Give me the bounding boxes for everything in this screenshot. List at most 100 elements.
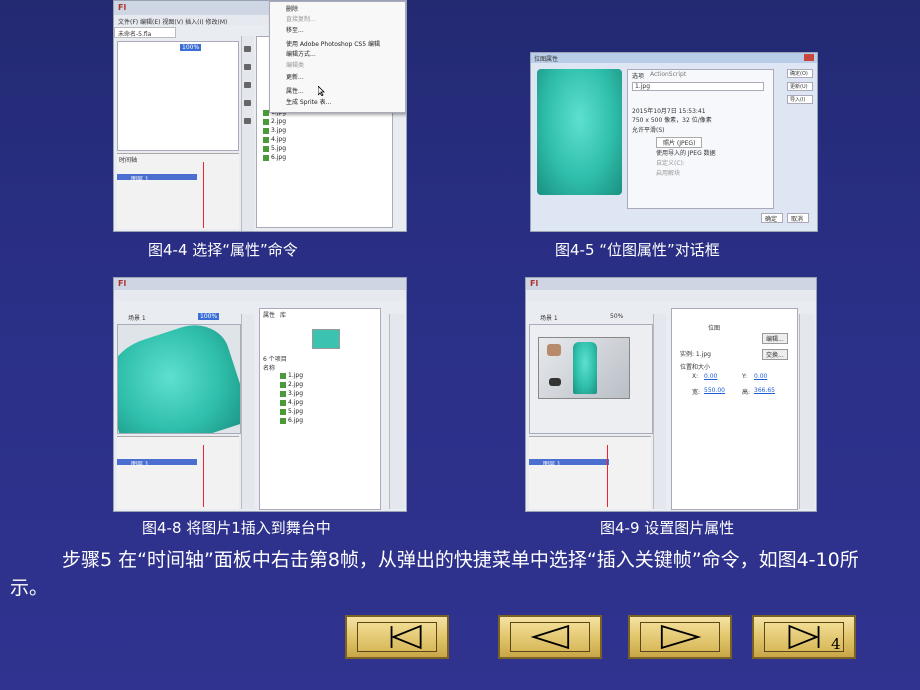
menu-item-move[interactable]: 移至... [286,25,304,34]
doc-tab-label: 未命名-5.fla [118,31,152,38]
close-icon[interactable] [804,54,814,61]
timeline-panel: 时间轴 图层 1 [117,153,239,229]
layer-row[interactable] [117,459,197,465]
menu-item-properties[interactable]: 属性... [286,86,304,95]
tab-options[interactable]: 选项 [632,71,644,80]
app-logo: Fl [118,279,127,288]
scene-label[interactable]: 场景 1 [540,313,558,322]
menu-item-sprite[interactable]: 生成 Sprite 表... [286,97,331,106]
first-slide-button[interactable] [345,615,449,659]
figure-4-9-screenshot: Fl 场景 1 50% 位图 编辑... 实例: 1.jpg 交换... 位置和… [525,277,817,512]
playhead[interactable] [203,445,204,507]
zoom-value[interactable]: 50% [610,313,623,320]
layer-name: 图层 1 [543,461,561,468]
library-file-row: 4.jpg [280,399,303,406]
image-file-icon [280,390,286,397]
menu-bar [114,291,406,301]
menu-item-edit-with[interactable]: 编辑方式... [286,49,316,58]
stage: 100% [117,41,239,151]
x-label: X: [692,373,699,380]
next-icon [660,624,702,650]
figure-4-5-screenshot: 位图属性 选项 ActionScript 1.jpg 2015年10月7日 15… [530,52,818,232]
compression-select[interactable]: 照片 (JPEG) [656,137,703,148]
filename-field[interactable]: 1.jpg [632,82,764,91]
swap-button[interactable]: 交换... [762,349,788,360]
ok-side-button[interactable]: 确定(O) [787,69,813,78]
tab-actionscript[interactable]: ActionScript [650,71,686,78]
quality-option-custom[interactable]: 自定义(C): [656,158,685,167]
tab-properties[interactable]: 属性 [263,310,275,319]
next-slide-button[interactable] [628,615,732,659]
layer-row[interactable] [117,174,197,180]
import-button[interactable]: 导入(I) [787,95,813,104]
tab-library[interactable]: 库 [280,310,286,319]
image-file-icon [280,381,286,388]
btn-label: 取消 [791,216,804,223]
y-value[interactable]: 0.00 [754,373,767,380]
tool-icon[interactable] [244,64,251,70]
tool-icon[interactable] [244,100,251,106]
bag-image [547,344,561,356]
width-value[interactable]: 550.00 [704,387,725,394]
height-label: 高: [742,389,751,396]
btn-label: 更新(U) [790,84,808,90]
layer-name: 图层 1 [131,461,149,468]
file-name: 6.jpg [288,417,304,424]
playhead[interactable] [203,162,204,228]
library-file-row: 6.jpg [263,154,286,161]
tool-icon[interactable] [244,46,251,52]
tools-panel-left [241,36,254,231]
doc-tab[interactable]: 未命名-5.fla [114,27,176,38]
caption-4-4: 图4-4 选择“属性”命令 [148,241,298,259]
dialog-title: 位图属性 [534,56,559,63]
tools-panel-left [241,314,254,509]
y-label: Y: [742,373,747,380]
previous-slide-button[interactable] [498,615,602,659]
side-buttons: 确定(O) 更新(U) 导入(I) [787,69,813,108]
image-file-icon [280,399,286,406]
tool-icon[interactable] [244,82,251,88]
menu-item-delete[interactable]: 删除 [286,4,298,13]
image-file-icon [280,417,286,424]
zoom-value[interactable]: 100% [180,44,202,51]
dialog-title-bar: 位图属性 [531,53,817,63]
edit-button[interactable]: 编辑... [762,333,788,344]
image-file-icon [263,127,269,134]
scene-label[interactable]: 场景 1 [128,313,146,322]
layer-name: 图层 1 [131,176,149,183]
tools-panel-right [389,314,404,509]
playhead[interactable] [607,445,608,507]
menu-item-update[interactable]: 更新... [286,72,304,81]
ok-button[interactable]: 确定 [761,213,783,223]
btn-label: 导入(I) [790,97,806,103]
x-value[interactable]: 0.00 [704,373,717,380]
dialog-options-panel: 选项 ActionScript 1.jpg 2015年10月7日 15:53:4… [627,69,774,209]
file-name: 2.jpg [288,381,304,388]
step-paragraph: 步骤5 在“时间轴”面板中右击第8帧，从弹出的快捷菜单中选择“插入关键帧”命令，… [10,549,859,599]
menu-item-edit-class[interactable]: 编辑类 [286,60,304,69]
stage [529,324,653,434]
position-size-section[interactable]: 位置和大小 [680,362,710,371]
timeline-tab[interactable]: 时间轴 [119,155,137,164]
prop-title: 位图 [708,325,721,332]
figure-4-8-screenshot: Fl 场景 1 100% 属性 库 6 个项目 名称 1.jpg 2.jpg 3… [113,277,407,512]
app-logo: Fl [118,3,127,12]
allow-smoothing-checkbox[interactable]: 允许平滑(S) [632,125,665,134]
cancel-button[interactable]: 取消 [787,213,809,223]
layer-row[interactable] [529,459,609,465]
quality-option-import[interactable]: 使用导入的 JPEG 数据 [656,148,716,157]
info-size: 750 x 500 像素，32 位/像素 [632,117,712,124]
zoom-value[interactable]: 100% [198,313,220,320]
tools-panel-left [653,314,666,509]
file-name: 5.jpg [271,145,287,152]
deblocking-checkbox[interactable]: 启用解块 [656,168,680,177]
page-number: 4 [831,635,841,653]
tool-icon[interactable] [244,118,251,124]
height-value[interactable]: 366.65 [754,387,775,394]
library-file-row: 3.jpg [263,127,286,134]
menu-item-duplicate[interactable]: 直接复制... [286,14,316,23]
title-bar: Fl [526,278,816,290]
update-button[interactable]: 更新(U) [787,82,813,91]
library-file-row: 1.jpg [280,372,303,379]
menu-item-edit-photoshop[interactable]: 使用 Adobe Photoshop CS5 编辑 [286,39,380,48]
